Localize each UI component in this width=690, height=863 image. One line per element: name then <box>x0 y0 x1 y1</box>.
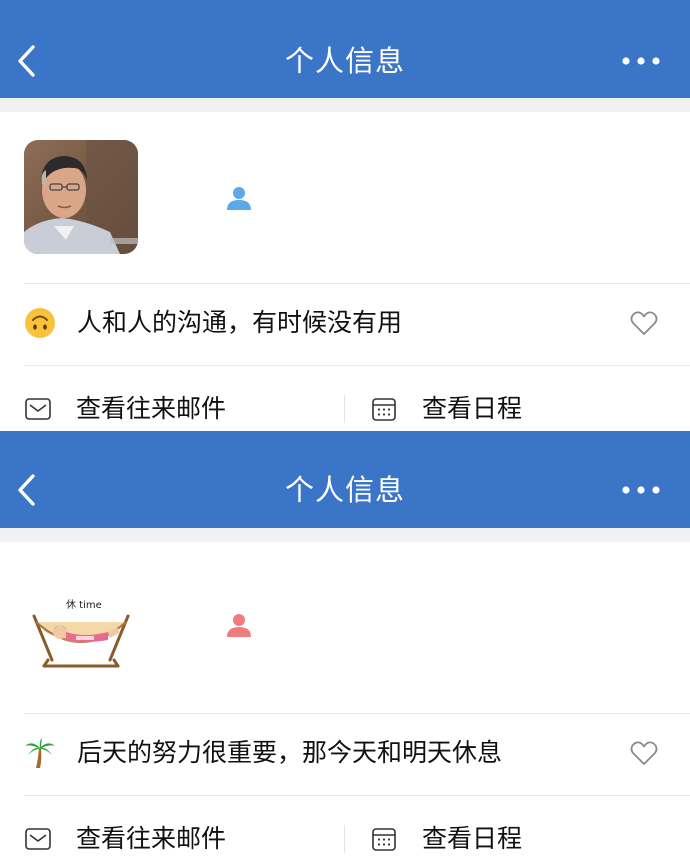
divider <box>344 825 345 853</box>
navbar: 个人信息 <box>0 0 690 98</box>
divider <box>344 395 345 423</box>
view-mail-label: 查看往来邮件 <box>76 824 227 853</box>
navbar: 个人信息 <box>0 431 690 528</box>
view-schedule-button[interactable]: 查看日程 <box>370 819 522 859</box>
palm-tree-icon <box>25 738 55 768</box>
view-mail-label: 查看往来邮件 <box>76 394 227 423</box>
calendar-icon <box>372 828 396 851</box>
divider <box>24 283 690 284</box>
profile-screen-1: 个人信息 人和人的沟通，有时候没有用 查看往来邮件 查看日程 <box>0 0 690 431</box>
view-schedule-label: 查看日程 <box>422 394 523 423</box>
calendar-icon <box>372 398 396 421</box>
page-title: 个人信息 <box>284 473 405 507</box>
view-schedule-button[interactable]: 查看日程 <box>370 389 522 429</box>
avatar[interactable]: 休 time <box>24 570 138 684</box>
person-icon <box>227 187 251 210</box>
more-dots-icon[interactable] <box>620 54 662 68</box>
view-mail-button[interactable]: 查看往来邮件 <box>24 819 226 859</box>
avatar-caption: 休 time <box>66 599 102 611</box>
heart-outline-icon[interactable] <box>630 740 658 766</box>
status-text: 后天的努力很重要，那今天和明天休息 <box>77 738 503 767</box>
page-title: 个人信息 <box>284 44 405 78</box>
mail-icon <box>25 828 51 850</box>
avatar[interactable] <box>24 140 138 254</box>
divider <box>24 365 690 366</box>
view-schedule-label: 查看日程 <box>422 824 523 853</box>
divider <box>24 713 690 714</box>
more-dots-icon[interactable] <box>620 483 662 497</box>
status-text: 人和人的沟通，有时候没有用 <box>77 308 403 337</box>
profile-card: 休 time 后天的努力很重要，那今天和明天休息 查看往来邮件 查看日程 <box>0 542 690 863</box>
profile-screen-2: 个人信息 休 time 后天的努力很重要，那今天和明天休息 查看往来邮件 查看日… <box>0 431 690 863</box>
profile-card: 人和人的沟通，有时候没有用 查看往来邮件 查看日程 <box>0 112 690 431</box>
mail-icon <box>25 398 51 420</box>
view-mail-button[interactable]: 查看往来邮件 <box>24 389 226 429</box>
upside-down-face-icon <box>25 308 55 338</box>
heart-outline-icon[interactable] <box>630 310 658 336</box>
person-icon <box>227 614 251 637</box>
divider <box>24 795 690 796</box>
